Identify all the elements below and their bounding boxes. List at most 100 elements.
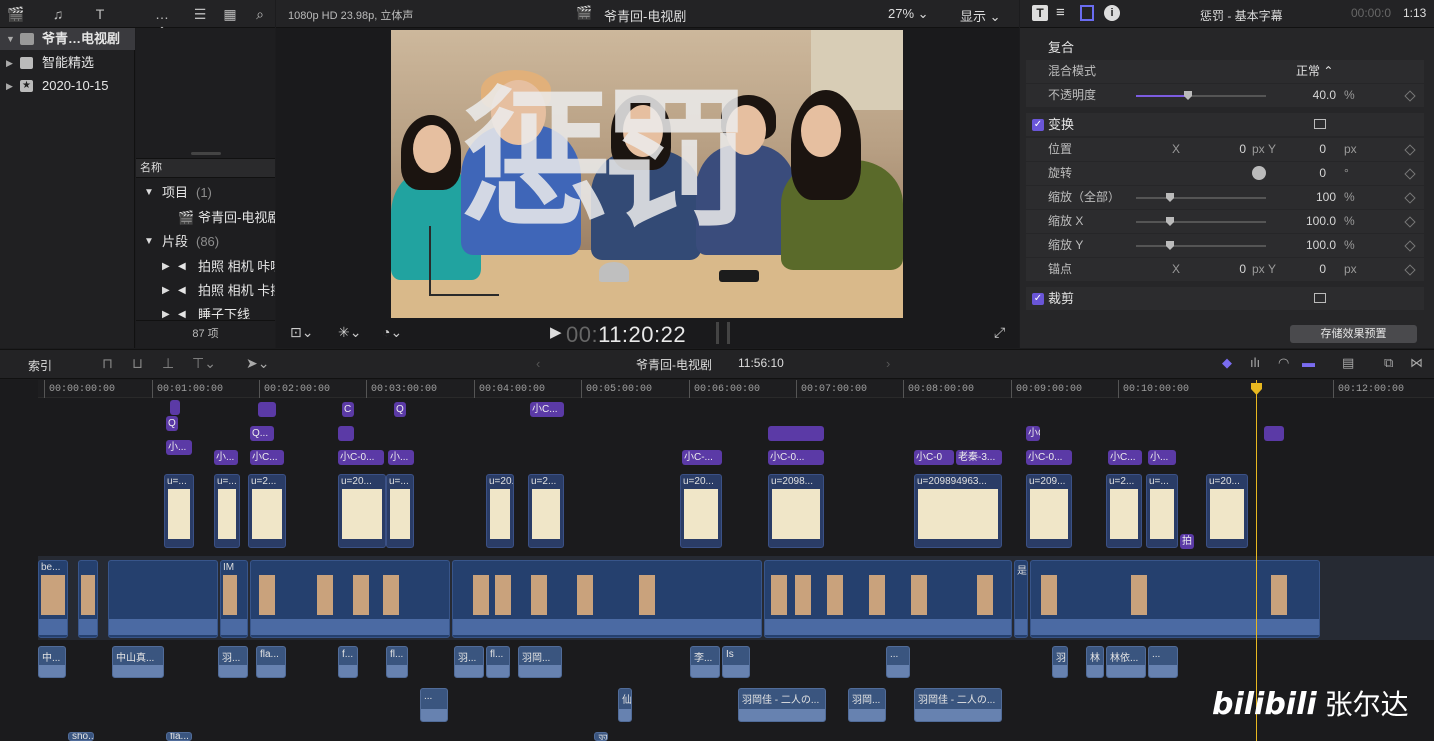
audio-clip[interactable]: 中... bbox=[38, 646, 66, 678]
video-clip[interactable] bbox=[250, 560, 450, 638]
audio-clip[interactable]: 羽 bbox=[1052, 646, 1068, 678]
skimming-icon[interactable]: ◆ bbox=[1222, 355, 1232, 371]
title-clip[interactable] bbox=[1264, 426, 1284, 441]
position-y-value[interactable]: 0 bbox=[1296, 138, 1326, 161]
title-clip[interactable]: 小C-0... bbox=[768, 450, 824, 465]
audio-clip[interactable]: Is bbox=[722, 646, 750, 678]
solo-icon[interactable]: ◠ bbox=[1278, 355, 1289, 371]
audio-clip[interactable]: 中山真... bbox=[112, 646, 164, 678]
timeline-ruler[interactable]: 00:00:00:00 00:01:00:00 00:02:00:00 00:0… bbox=[38, 380, 1434, 398]
keyframe-icon[interactable] bbox=[1404, 240, 1416, 252]
crop-overlay-icon[interactable] bbox=[1314, 293, 1326, 303]
audio-clip[interactable]: 羽 bbox=[594, 732, 608, 741]
generator-clip[interactable]: u=209... bbox=[1026, 474, 1072, 548]
disclosure-closed-icon[interactable]: ▶ bbox=[162, 279, 170, 303]
library-item[interactable]: ▶ ★ 2020-10-15 bbox=[0, 75, 135, 97]
generator-clip[interactable]: u=2... bbox=[248, 474, 286, 548]
title-clip[interactable] bbox=[768, 426, 824, 441]
audio-clip[interactable]: 李... bbox=[690, 646, 720, 678]
more-options-icon[interactable]: …⌃ bbox=[150, 5, 174, 40]
video-clip[interactable]: be... bbox=[38, 560, 68, 638]
title-clip[interactable]: Q bbox=[394, 402, 406, 417]
title-clip[interactable]: 小... bbox=[1148, 450, 1176, 465]
composite-section[interactable]: 复合 bbox=[1026, 36, 1424, 59]
audio-clip[interactable]: fl... bbox=[486, 646, 510, 678]
connect-clip-icon[interactable]: ⊓ bbox=[102, 355, 113, 372]
rotation-dial[interactable] bbox=[1252, 166, 1266, 180]
video-clip[interactable] bbox=[764, 560, 1012, 638]
scale-x-value[interactable]: 100.0 bbox=[1296, 210, 1336, 233]
title-clip[interactable]: Q bbox=[166, 416, 178, 431]
video-frame[interactable]: 惩罚 bbox=[391, 30, 903, 318]
keyframe-icon[interactable] bbox=[1404, 192, 1416, 204]
audio-clip[interactable]: 羽岡... bbox=[848, 688, 886, 722]
title-clip[interactable]: 小... bbox=[388, 450, 414, 465]
generator-clip[interactable]: u=... bbox=[1146, 474, 1178, 548]
anchor-y-value[interactable]: 0 bbox=[1296, 258, 1326, 281]
video-clip[interactable]: IM bbox=[220, 560, 248, 638]
audio-clip[interactable]: fla... bbox=[166, 732, 192, 741]
video-clip[interactable] bbox=[78, 560, 98, 638]
select-tool-icon[interactable]: ➤⌄ bbox=[246, 355, 269, 372]
info-icon[interactable]: i bbox=[1104, 5, 1120, 21]
scale-y-slider[interactable] bbox=[1136, 241, 1266, 250]
transform-overlay-icon[interactable] bbox=[1314, 119, 1326, 129]
generator-clip[interactable]: u=... bbox=[386, 474, 414, 548]
insert-clip-icon[interactable]: ⊔ bbox=[132, 355, 143, 372]
title-clip[interactable]: C bbox=[342, 402, 354, 417]
audio-clip[interactable]: 羽... bbox=[218, 646, 248, 678]
rotation-value[interactable]: 0 bbox=[1296, 162, 1326, 185]
blend-mode-select[interactable]: 正常 ⌃ bbox=[1296, 60, 1333, 83]
opacity-value[interactable]: 40.0 bbox=[1296, 84, 1336, 107]
effects-browser-icon[interactable]: ⧉ bbox=[1384, 355, 1393, 371]
disclosure-open-icon[interactable]: ▼ bbox=[144, 181, 154, 205]
video-inspector-icon[interactable] bbox=[1080, 5, 1094, 21]
filmstrip-view-icon[interactable]: ☰ bbox=[190, 5, 210, 23]
title-clip[interactable]: 拍 bbox=[1180, 534, 1194, 549]
audio-clip[interactable]: 羽... bbox=[454, 646, 484, 678]
generator-clip[interactable]: u=... bbox=[164, 474, 194, 548]
slider-knob[interactable] bbox=[1166, 241, 1174, 250]
generator-clip[interactable]: u=2... bbox=[528, 474, 564, 548]
browser-clip-item[interactable]: ▶ ◀ 拍照 相机 卡擦 bbox=[136, 279, 275, 303]
position-x-value[interactable]: 0 bbox=[1206, 138, 1246, 161]
checkbox-checked-icon[interactable]: ✓ bbox=[1032, 119, 1044, 131]
audio-clip[interactable]: f... bbox=[338, 646, 358, 678]
audio-clip[interactable]: 林 bbox=[1086, 646, 1104, 678]
video-clip[interactable] bbox=[108, 560, 218, 638]
title-clip[interactable]: 小C-0... bbox=[1026, 450, 1072, 465]
clip-appearance-icon[interactable]: ▤ bbox=[1342, 355, 1354, 371]
enhancements-icon[interactable]: ✳⌄ bbox=[338, 324, 361, 341]
transform-section[interactable]: ✓ 变换 bbox=[1026, 113, 1424, 136]
keyframe-icon[interactable] bbox=[1404, 90, 1416, 102]
play-icon[interactable]: ▶ bbox=[550, 323, 562, 341]
fullscreen-icon[interactable]: ⤢ bbox=[994, 324, 1005, 341]
disclosure-closed-icon[interactable]: ▶ bbox=[162, 255, 170, 279]
index-button[interactable]: 索引 bbox=[28, 357, 52, 374]
snapping-icon[interactable]: ▬ bbox=[1302, 355, 1315, 370]
disclosure-closed-icon[interactable]: ▶ bbox=[6, 52, 13, 74]
audio-clip[interactable]: 仙 bbox=[618, 688, 632, 722]
video-clip[interactable] bbox=[1030, 560, 1320, 638]
audio-clip[interactable]: fla... bbox=[256, 646, 286, 678]
save-effects-preset-button[interactable]: 存储效果预置 bbox=[1290, 325, 1417, 343]
forward-arrow-icon[interactable]: › bbox=[886, 356, 890, 371]
title-clip[interactable]: 小C-0... bbox=[338, 450, 384, 465]
title-clip[interactable]: Q... bbox=[250, 426, 274, 441]
scale-y-value[interactable]: 100.0 bbox=[1296, 234, 1336, 257]
crop-section[interactable]: ✓ 裁剪 bbox=[1026, 287, 1424, 310]
audio-clip[interactable]: ... bbox=[886, 646, 910, 678]
clapper-icon[interactable]: 🎬 bbox=[6, 5, 26, 23]
resize-handle[interactable] bbox=[191, 152, 221, 155]
keyframe-icon[interactable] bbox=[1404, 168, 1416, 180]
generator-clip[interactable]: u=20... bbox=[486, 474, 514, 548]
generator-clip[interactable]: u=20... bbox=[1206, 474, 1248, 548]
audio-clip[interactable]: fl... bbox=[386, 646, 408, 678]
keyframe-icon[interactable] bbox=[1404, 144, 1416, 156]
slider-knob[interactable] bbox=[1166, 217, 1174, 226]
generator-clip[interactable]: u=... bbox=[214, 474, 240, 548]
keyframe-icon[interactable] bbox=[1404, 216, 1416, 228]
checkbox-checked-icon[interactable]: ✓ bbox=[1032, 293, 1044, 305]
browser-clip-item[interactable]: ▶ ◀ 睡子下线 bbox=[136, 303, 275, 319]
disclosure-closed-icon[interactable]: ▶ bbox=[6, 75, 13, 97]
